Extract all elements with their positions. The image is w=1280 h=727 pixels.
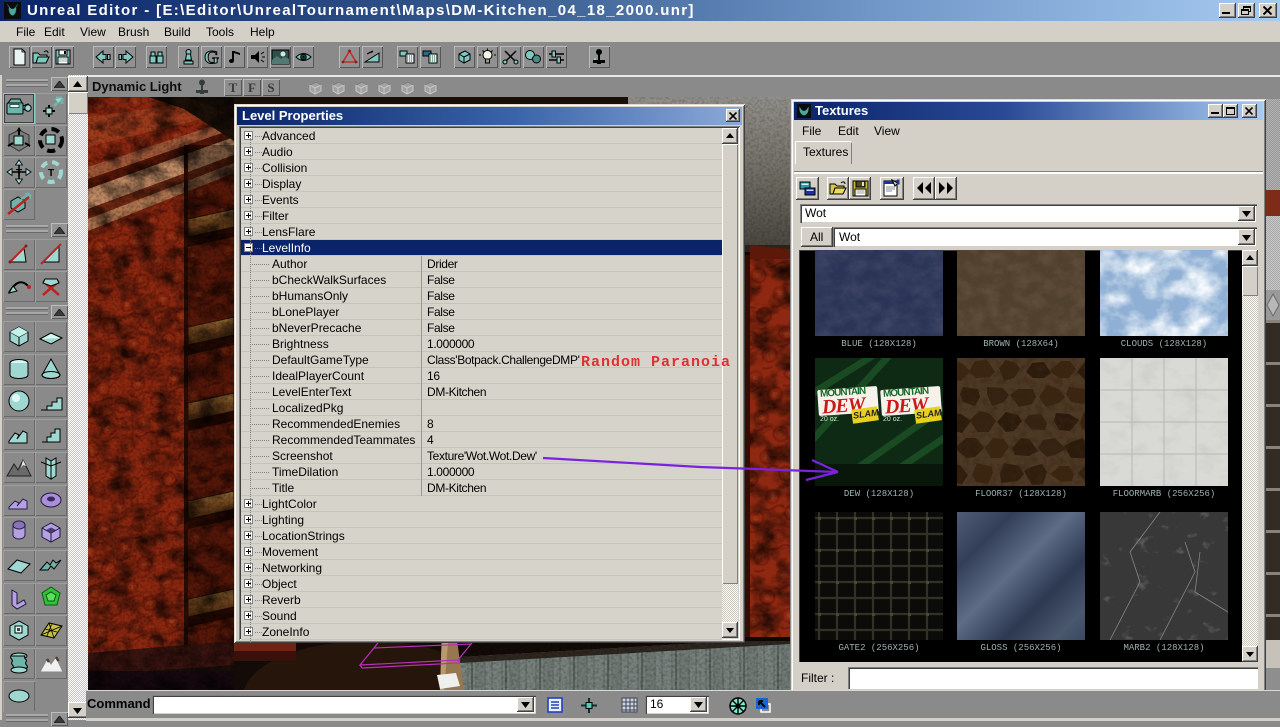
svg-text:G: G [204, 48, 219, 66]
svg-text:T: T [16, 168, 22, 179]
svg-text:T: T [48, 168, 54, 179]
